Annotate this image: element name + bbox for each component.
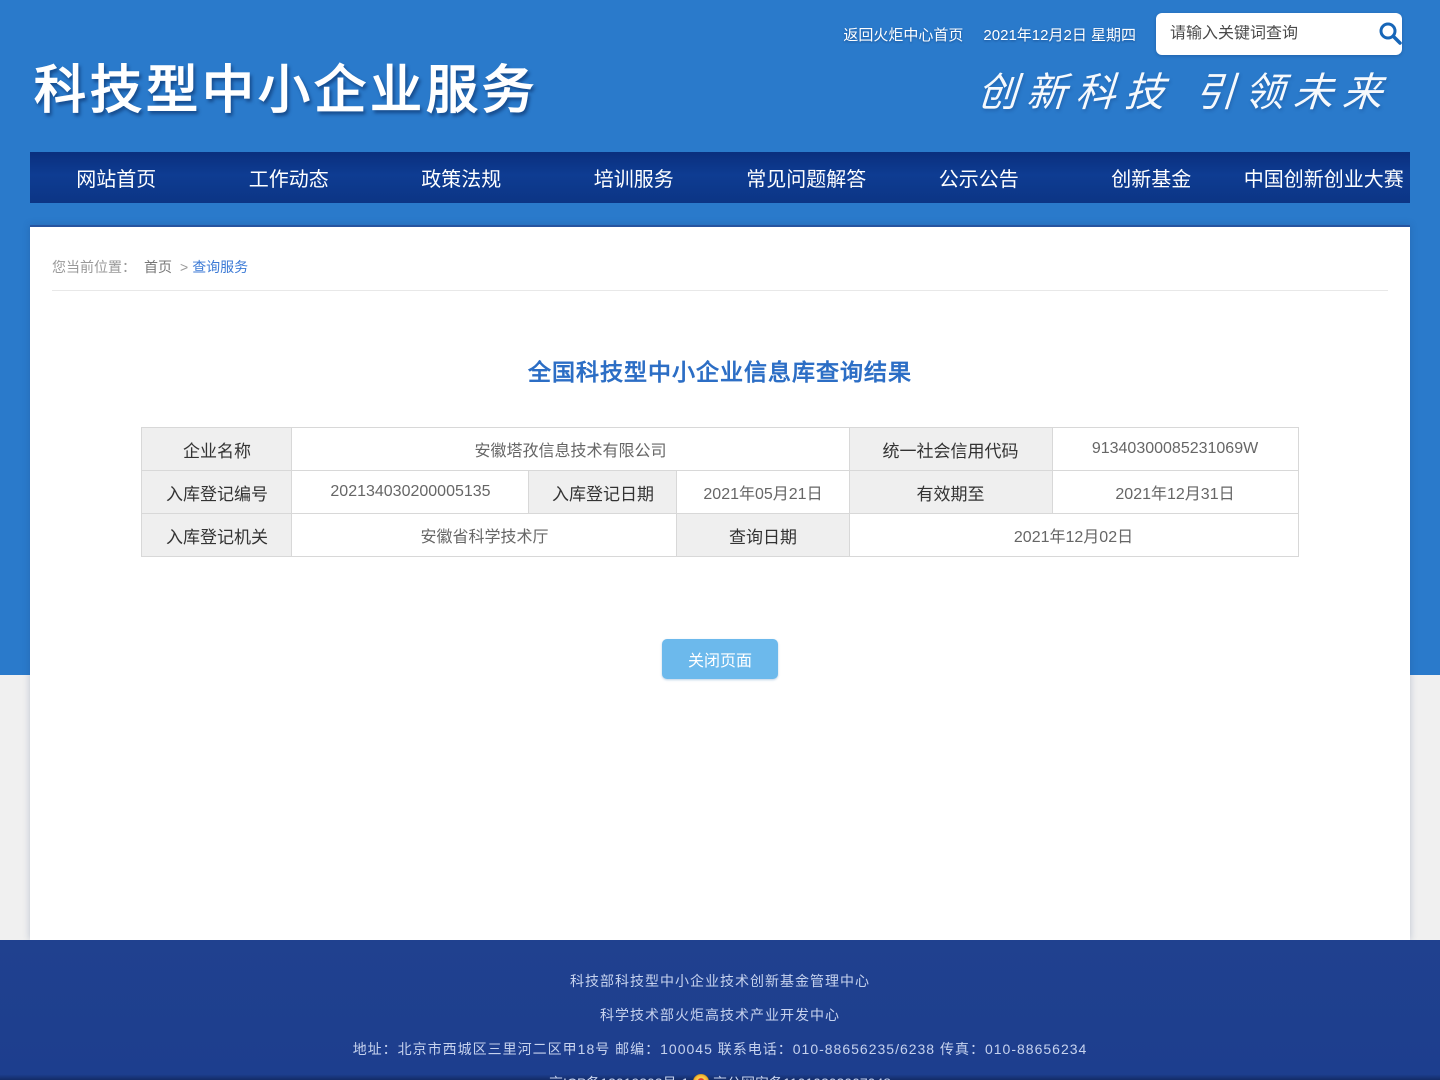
magnifier-icon <box>1377 20 1403 49</box>
table-row: 入库登记编号202134030200005135入库登记日期2021年05月21… <box>142 471 1298 514</box>
breadcrumb: 您当前位置： 首页 >查询服务 <box>30 227 1410 277</box>
footer-org-line-2: 科学技术部火炬高技术产业开发中心 <box>0 1005 1440 1025</box>
breadcrumb-prefix: 您当前位置： <box>52 259 136 275</box>
nav-item-5[interactable]: 公示公告 <box>893 163 1066 192</box>
table-cell-value: 安徽省科学技术厅 <box>292 514 677 557</box>
police-badge-icon <box>693 1074 709 1080</box>
query-result-table: 企业名称安徽塔孜信息技术有限公司统一社会信用代码9134030008523106… <box>141 427 1298 557</box>
table-cell-label: 入库登记日期 <box>529 471 677 514</box>
nav-item-3[interactable]: 培训服务 <box>548 163 721 192</box>
footer-record-line: 京ICP备13019302号-1 京公网安备11010202007048 <box>0 1073 1440 1080</box>
breadcrumb-home-link[interactable]: 首页 <box>144 259 172 275</box>
back-to-torch-home-link[interactable]: 返回火炬中心首页 <box>843 24 963 45</box>
table-cell-label: 入库登记编号 <box>142 471 292 514</box>
page-header: 科技型中小企业服务 返回火炬中心首页 2021年12月2日 星期四 创新科技 引… <box>0 0 1440 152</box>
top-bar: 返回火炬中心首页 2021年12月2日 星期四 <box>843 13 1402 55</box>
footer-address-line: 地址：北京市西城区三里河二区甲18号 邮编：100045 联系电话：010-88… <box>0 1039 1440 1059</box>
search-button[interactable] <box>1377 19 1403 49</box>
nav-item-4[interactable]: 常见问题解答 <box>720 163 893 192</box>
page-footer: 科技部科技型中小企业技术创新基金管理中心 科学技术部火炬高技术产业开发中心 地址… <box>0 940 1440 1080</box>
nav-item-6[interactable]: 创新基金 <box>1065 163 1238 192</box>
current-date: 2021年12月2日 星期四 <box>983 24 1136 45</box>
breadcrumb-current-link[interactable]: 查询服务 <box>192 259 248 275</box>
table-cell-label: 企业名称 <box>142 428 292 471</box>
breadcrumb-divider <box>52 290 1388 291</box>
table-cell-value: 91340300085231069W <box>1052 428 1298 471</box>
query-result-title: 全国科技型中小企业信息库查询结果 <box>30 353 1410 387</box>
table-cell-value: 202134030200005135 <box>292 471 529 514</box>
police-record-link[interactable]: 京公网安备11010202007048 <box>693 1073 891 1080</box>
search-input[interactable] <box>1170 25 1377 43</box>
nav-item-1[interactable]: 工作动态 <box>203 163 376 192</box>
search-box <box>1156 13 1402 55</box>
table-cell-value: 安徽塔孜信息技术有限公司 <box>292 428 849 471</box>
nav-item-2[interactable]: 政策法规 <box>375 163 548 192</box>
nav-item-0[interactable]: 网站首页 <box>30 163 203 192</box>
table-cell-label: 有效期至 <box>849 471 1052 514</box>
table-cell-value: 2021年05月21日 <box>677 471 849 514</box>
footer-org-line-1: 科技部科技型中小企业技术创新基金管理中心 <box>0 971 1440 991</box>
table-cell-value: 2021年12月02日 <box>849 514 1298 557</box>
content-container: 您当前位置： 首页 >查询服务 全国科技型中小企业信息库查询结果 企业名称安徽塔孜信… <box>30 225 1410 940</box>
table-cell-label: 查询日期 <box>677 514 849 557</box>
icp-record-link[interactable]: 京ICP备13019302号-1 <box>549 1073 689 1080</box>
nav-item-7[interactable]: 中国创新创业大赛 <box>1238 163 1411 192</box>
table-cell-label: 统一社会信用代码 <box>849 428 1052 471</box>
close-page-button[interactable]: 关闭页面 <box>662 639 778 679</box>
table-cell-label: 入库登记机关 <box>142 514 292 557</box>
breadcrumb-separator: > <box>180 259 188 275</box>
main-navigation: 网站首页工作动态政策法规培训服务常见问题解答公示公告创新基金中国创新创业大赛 <box>30 152 1410 203</box>
site-title: 科技型中小企业服务 <box>34 48 538 123</box>
table-row: 企业名称安徽塔孜信息技术有限公司统一社会信用代码9134030008523106… <box>142 428 1298 471</box>
slogan-calligraphy: 创新科技 引领未来 <box>976 60 1394 118</box>
table-cell-value: 2021年12月31日 <box>1052 471 1298 514</box>
table-row: 入库登记机关安徽省科学技术厅查询日期2021年12月02日 <box>142 514 1298 557</box>
